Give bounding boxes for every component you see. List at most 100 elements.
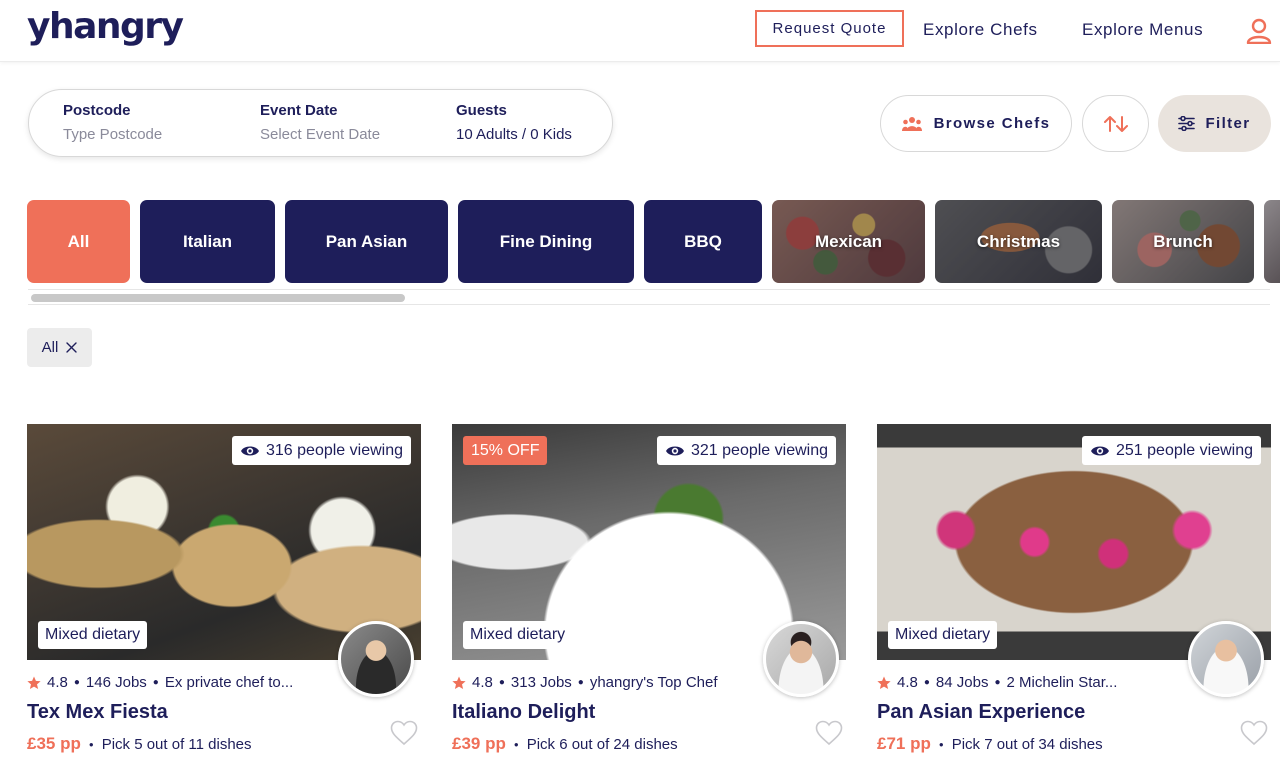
category-mexican[interactable]: Mexican — [772, 200, 925, 283]
rating-value: 4.8 — [897, 674, 918, 691]
dietary-badge: Mixed dietary — [38, 621, 148, 649]
category-pan-asian[interactable]: Pan Asian — [285, 200, 448, 283]
price-row: £39 pp ● Pick 6 out of 24 dishes — [452, 734, 678, 754]
star-icon — [452, 676, 466, 689]
viewing-text: 321 people viewing — [691, 441, 828, 459]
explore-menus-link[interactable]: Explore Menus — [1082, 20, 1203, 40]
category-fine-dining[interactable]: Fine Dining — [458, 200, 634, 283]
category-brunch[interactable]: Brunch — [1112, 200, 1254, 283]
chef-avatar[interactable] — [338, 621, 414, 697]
heart-icon[interactable] — [1240, 720, 1268, 746]
category-label: BBQ — [684, 231, 722, 251]
event-date-label: Event Date — [260, 102, 338, 119]
menu-title[interactable]: Pan Asian Experience — [877, 701, 1085, 724]
viewing-badge: 316 people viewing — [232, 436, 411, 465]
star-icon — [27, 676, 41, 689]
jobs-count: 146 Jobs — [85, 674, 147, 691]
request-quote-button[interactable]: Request Quote — [755, 10, 904, 47]
sort-arrows-icon — [1103, 115, 1128, 132]
heart-icon[interactable] — [390, 720, 418, 746]
filter-button[interactable]: Filter — [1158, 95, 1271, 152]
guests-field[interactable]: Guests 10 Adults / 0 Kids — [456, 102, 572, 143]
category-label: Mexican — [814, 231, 883, 251]
event-date-input[interactable]: Select Event Date — [260, 126, 380, 143]
menu-card[interactable]: 15% OFF 321 people viewing Mixed dietary… — [452, 424, 846, 765]
explore-chefs-link[interactable]: Explore Chefs — [923, 20, 1038, 40]
postcode-field[interactable]: Postcode Type Postcode — [63, 102, 162, 143]
separator-dot: ● — [994, 677, 1001, 688]
card-meta: 4.8 ● 146 Jobs ● Ex private chef to... — [27, 674, 293, 691]
separator-dot: ● — [73, 677, 80, 688]
jobs-count: 313 Jobs — [510, 674, 572, 691]
star-icon — [877, 676, 891, 689]
user-icon[interactable] — [1246, 18, 1272, 44]
dietary-badge: Mixed dietary — [463, 621, 573, 649]
eye-icon — [241, 446, 259, 455]
category-bbq[interactable]: BBQ — [644, 200, 762, 283]
dish-pick-info: Pick 5 out of 11 dishes — [101, 735, 252, 753]
category-label: All — [67, 231, 90, 251]
card-meta: 4.8 ● 313 Jobs ● yhangry's Top Chef — [452, 674, 718, 691]
sliders-icon — [1178, 116, 1196, 131]
discount-badge: 15% OFF — [463, 436, 548, 465]
price-row: £71 pp ● Pick 7 out of 34 dishes — [877, 734, 1103, 754]
close-icon[interactable] — [66, 342, 78, 353]
chef-note: 2 Michelin Star... — [1006, 674, 1118, 691]
top-header: yhangry Request Quote Explore Chefs Expl… — [0, 0, 1280, 62]
menu-card[interactable]: 251 people viewing Mixed dietary 4.8 ● 8… — [877, 424, 1271, 765]
browse-chefs-label: Browse Chefs — [933, 115, 1051, 132]
dish-pick-info: Pick 7 out of 34 dishes — [951, 735, 1103, 753]
category-label: Italian — [182, 231, 233, 251]
viewing-badge: 251 people viewing — [1082, 436, 1261, 465]
rating-value: 4.8 — [47, 674, 68, 691]
rating-value: 4.8 — [472, 674, 493, 691]
eye-icon — [1091, 446, 1109, 455]
viewing-badge: 321 people viewing — [657, 436, 836, 465]
menu-title[interactable]: Italiano Delight — [452, 701, 595, 724]
price-per-person: £39 pp — [452, 734, 506, 753]
separator-dot: ● — [513, 739, 519, 749]
browse-chefs-button[interactable]: Browse Chefs — [880, 95, 1072, 152]
category-italian[interactable]: Italian — [140, 200, 275, 283]
active-filter-chip[interactable]: All — [27, 328, 92, 367]
dish-pick-info: Pick 6 out of 24 dishes — [526, 735, 678, 753]
guests-value[interactable]: 10 Adults / 0 Kids — [456, 126, 572, 143]
viewing-text: 251 people viewing — [1116, 441, 1253, 459]
category-label: Pan Asian — [325, 231, 408, 251]
category-label: Brunch — [1153, 231, 1213, 251]
heart-icon[interactable] — [815, 720, 843, 746]
jobs-count: 84 Jobs — [935, 674, 989, 691]
postcode-label: Postcode — [63, 102, 131, 119]
category-christmas[interactable]: Christmas — [935, 200, 1102, 283]
price-per-person: £71 pp — [877, 734, 931, 753]
separator-dot: ● — [938, 739, 944, 749]
yhangry-logo[interactable]: yhangry — [27, 6, 184, 47]
menu-title[interactable]: Tex Mex Fiesta — [27, 701, 168, 724]
chef-note: yhangry's Top Chef — [589, 674, 718, 691]
postcode-input[interactable]: Type Postcode — [63, 126, 162, 143]
separator-dot: ● — [152, 677, 159, 688]
event-date-field[interactable]: Event Date Select Event Date — [260, 102, 380, 143]
category-all[interactable]: All — [27, 200, 130, 283]
sort-button[interactable] — [1082, 95, 1149, 152]
category-scrollbar-thumb[interactable] — [31, 294, 405, 302]
separator-dot: ● — [498, 677, 505, 688]
separator-dot: ● — [88, 739, 94, 749]
guests-label: Guests — [456, 102, 507, 119]
chef-avatar[interactable] — [763, 621, 839, 697]
category-label: Christmas — [976, 231, 1061, 251]
category-label: Fine Dining — [499, 231, 593, 251]
dietary-badge: Mixed dietary — [888, 621, 998, 649]
eye-icon — [666, 446, 684, 455]
chef-note: Ex private chef to... — [164, 674, 294, 691]
category-next-partial[interactable] — [1264, 200, 1280, 283]
price-per-person: £35 pp — [27, 734, 81, 753]
separator-dot: ● — [577, 677, 584, 688]
card-meta: 4.8 ● 84 Jobs ● 2 Michelin Star... — [877, 674, 1117, 691]
filter-label: Filter — [1205, 115, 1251, 132]
separator-dot: ● — [923, 677, 930, 688]
menu-card[interactable]: 316 people viewing Mixed dietary 4.8 ● 1… — [27, 424, 421, 765]
chef-avatar[interactable] — [1188, 621, 1264, 697]
viewing-text: 316 people viewing — [266, 441, 403, 459]
price-row: £35 pp ● Pick 5 out of 11 dishes — [27, 734, 252, 754]
